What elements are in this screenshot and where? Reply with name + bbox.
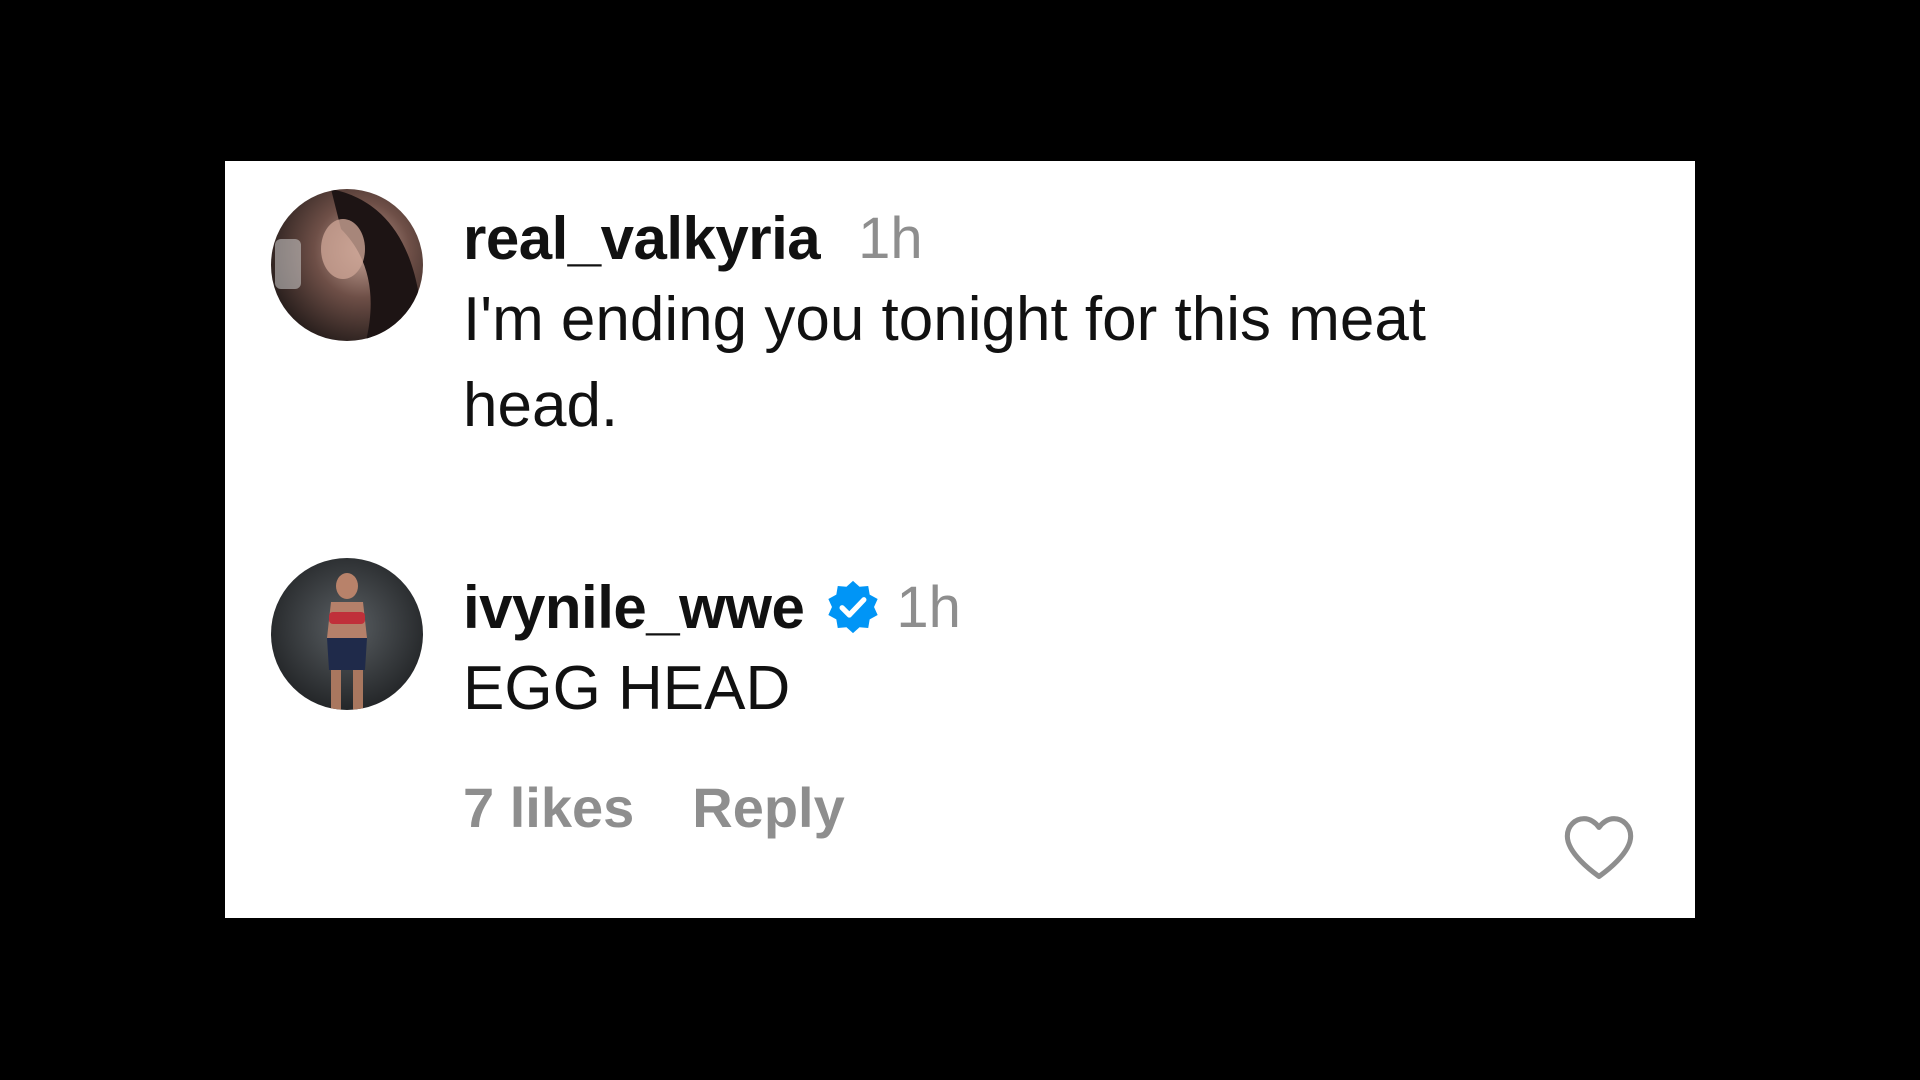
avatar-image (271, 189, 423, 341)
timestamp[interactable]: 1h (896, 574, 961, 641)
username[interactable]: ivynile_wwe (463, 573, 805, 642)
avatar-image (271, 558, 423, 710)
heart-outline-icon[interactable] (1561, 813, 1637, 883)
comment-text: EGG HEAD (463, 654, 791, 723)
avatar[interactable] (271, 558, 423, 710)
likes-count[interactable]: 7 likes (463, 775, 634, 840)
reply-button[interactable]: Reply (692, 775, 845, 840)
avatar[interactable] (271, 189, 423, 341)
username[interactable]: real_valkyria (463, 204, 821, 273)
timestamp[interactable]: 1h (858, 205, 923, 272)
comment-actions: 7 likes Reply (463, 775, 845, 840)
comment-text: I'm ending you tonight for this meat hea… (463, 285, 1427, 440)
verified-badge-icon (828, 580, 879, 634)
comments-card: real_valkyria 1h I'm ending you tonight … (225, 161, 1695, 918)
